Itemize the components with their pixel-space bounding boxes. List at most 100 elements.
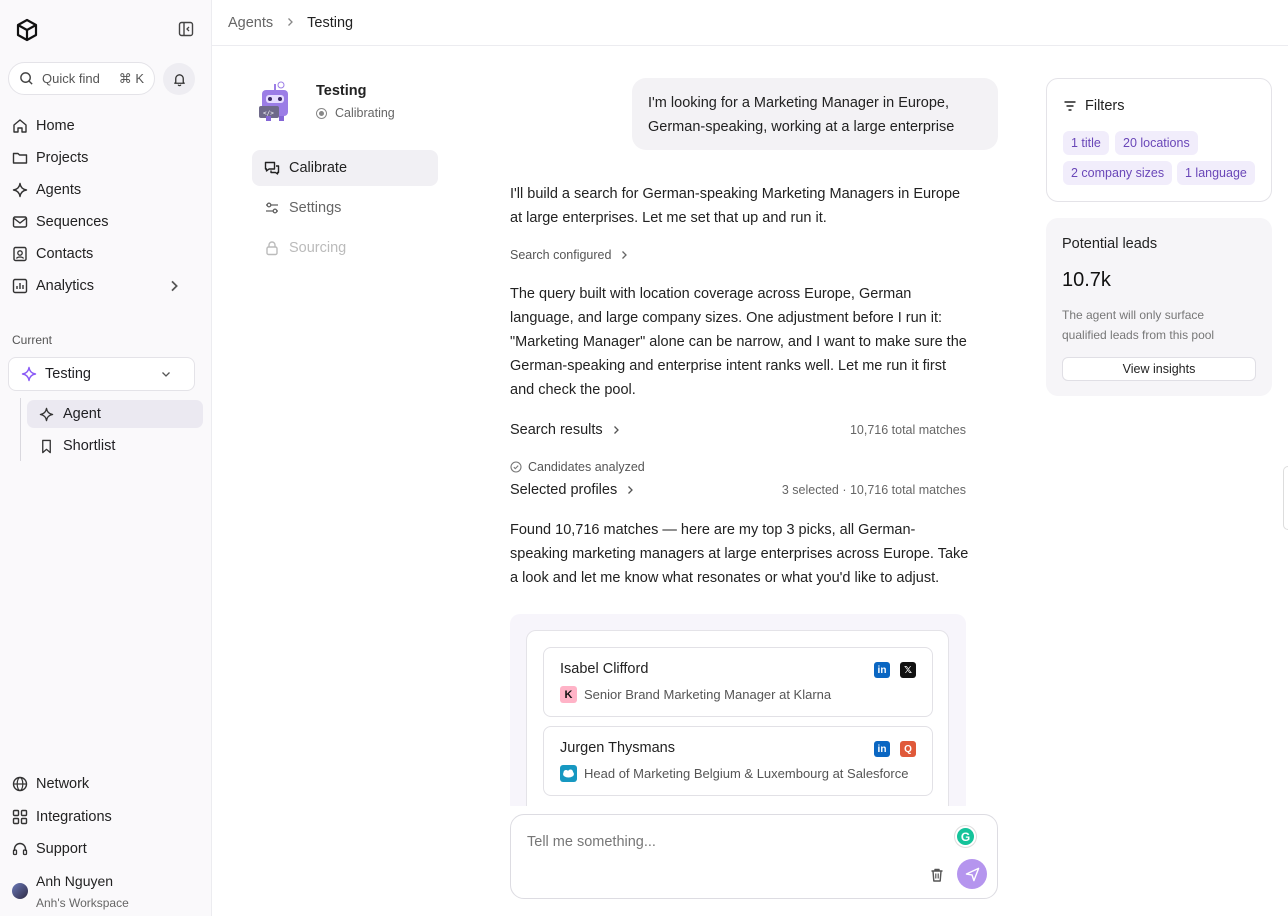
selected-profiles-row[interactable]: Selected profiles 3 selected · 10,716 to… [510,480,966,500]
filter-chip-company-sizes[interactable]: 2 company sizes [1063,161,1173,185]
headset-icon [12,842,28,856]
workspace-name: Anh's Workspace [36,896,129,910]
folder-icon [12,152,28,164]
svg-text:</>: </> [263,110,274,117]
sub-item-shortlist-label: Shortlist [63,438,116,454]
sparkle-icon [39,407,54,421]
nav-network[interactable]: Network [0,769,212,799]
filter-chip-locations[interactable]: 20 locations [1115,131,1198,155]
sub-item-agent-label: Agent [63,406,101,422]
nav-analytics[interactable]: Analytics [0,271,212,301]
selected-profiles-label: Selected profiles [510,482,618,498]
assistant-reply-2: The query built with location coverage a… [510,286,967,398]
current-agent-label: Testing [45,366,91,382]
nav-contacts[interactable]: Contacts [0,239,212,269]
filters-panel: Filters 1 title 20 locations 2 company s… [1046,78,1272,202]
potential-leads-value: 10.7k [1062,269,1111,291]
chevron-down-icon [162,372,170,377]
app-logo-icon[interactable] [16,18,38,42]
lock-icon [266,241,278,256]
nav-agents[interactable]: Agents [0,175,212,205]
linkedin-icon[interactable]: in [874,741,890,757]
q-icon[interactable]: Q [900,741,916,757]
profile-role: Senior Brand Marketing Manager at Klarna [584,687,832,702]
avatar[interactable] [12,883,28,899]
profile-card[interactable]: Jurgen Thysmans Head of Marketing Belgiu… [543,726,933,796]
chevron-right-icon [171,280,178,292]
chevron-right-icon [628,486,634,494]
sparkle-icon [21,366,37,382]
trash-icon[interactable] [929,867,945,883]
candidates-analyzed-step: Candidates analyzed [510,460,645,474]
current-agent-select[interactable]: Testing [8,357,195,391]
nav-network-label: Network [36,776,90,792]
chat-thread[interactable]: I'm looking for a Marketing Manager in E… [498,46,1008,806]
breadcrumb-agents[interactable]: Agents [228,15,273,31]
quick-find-label: Quick find [42,71,100,86]
search-configured-label: Search configured [510,248,612,262]
x-icon[interactable]: 𝕏 [900,662,916,678]
chevron-right-icon [613,426,619,434]
notifications-button[interactable] [163,63,195,95]
linkedin-icon[interactable]: in [874,662,890,678]
breadcrumb-chevron-icon [285,15,295,31]
profiles-list: Isabel Clifford K Senior Brand Marketing… [526,630,949,806]
profile-card[interactable]: Isabel Clifford K Senior Brand Marketing… [543,647,933,717]
agent-name: Testing [316,83,367,99]
search-icon [20,72,33,85]
user-message: I'm looking for a Marketing Manager in E… [632,78,998,150]
profiles-container: Isabel Clifford K Senior Brand Marketing… [510,614,966,806]
quick-find-button[interactable]: Quick find ⌘ K [8,62,155,95]
search-configured-step[interactable]: Search configured [510,248,629,262]
tree-line [20,398,21,461]
section-label-current: Current [12,333,53,347]
grid-icon [12,809,28,825]
status-dot-icon [316,107,327,119]
nav-integrations-label: Integrations [36,809,112,825]
profile-name: Isabel Clifford [560,661,649,677]
nav-integrations[interactable]: Integrations [0,802,212,832]
sliders-icon [266,202,278,214]
potential-leads-description: The agent will only surface qualified le… [1062,308,1215,342]
tab-sourcing[interactable]: Sourcing [252,230,438,266]
message-input[interactable]: Tell me something... [527,834,656,850]
tab-calibrate[interactable]: Calibrate [252,150,438,186]
tab-sourcing-label: Sourcing [289,240,347,256]
side-drawer-handle[interactable] [1283,466,1288,530]
nav-sequences[interactable]: Sequences [0,207,212,237]
filter-chip-language[interactable]: 1 language [1177,161,1255,185]
tab-calibrate-label: Calibrate [289,160,348,176]
send-icon [965,867,979,881]
filter-chip-title[interactable]: 1 title [1063,131,1109,155]
search-results-row[interactable]: Search results 10,716 total matches [510,420,966,440]
send-button[interactable] [957,859,987,889]
chart-icon [12,278,28,294]
salesforce-logo-icon [560,765,577,782]
nav-support[interactable]: Support [0,834,212,864]
nav-projects[interactable]: Projects [0,143,212,173]
contacts-icon [13,246,27,262]
klarna-logo-icon: K [560,686,577,703]
sub-item-shortlist[interactable]: Shortlist [27,432,203,460]
assistant-reply-3: Found 10,716 matches — here are my top 3… [510,522,969,586]
bookmark-icon [42,439,51,453]
user-name[interactable]: Anh Nguyen [36,873,113,889]
nav-analytics-label: Analytics [36,278,95,294]
grammarly-icon[interactable]: G [955,826,976,847]
search-results-meta: 10,716 total matches [849,423,966,437]
nav-contacts-label: Contacts [36,246,94,262]
search-results-label: Search results [510,422,603,438]
view-insights-button[interactable]: View insights [1062,357,1256,381]
bell-icon [173,73,185,86]
sub-item-agent[interactable]: Agent [27,400,203,428]
mail-icon [12,216,28,228]
tab-settings[interactable]: Settings [252,190,438,226]
breadcrumb-current: Testing [307,14,354,31]
filters-title: Filters [1085,98,1125,114]
message-composer[interactable]: Tell me something... G [510,814,998,899]
filters-header[interactable]: Filters [1063,98,1124,114]
agent-status: Calibrating [316,106,395,120]
nav-home[interactable]: Home [0,111,212,141]
quick-find-shortcut: ⌘ K [118,70,144,86]
collapse-sidebar-icon[interactable] [178,21,194,37]
